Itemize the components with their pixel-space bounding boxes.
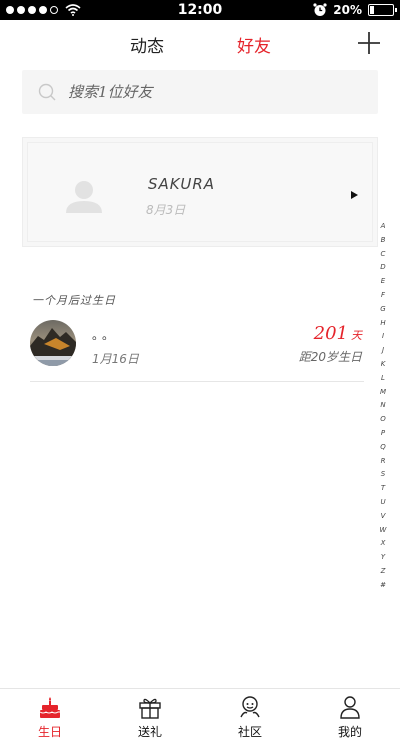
index-letter[interactable]: Q <box>380 441 386 455</box>
index-letter[interactable]: # <box>380 579 386 593</box>
days-number: 201 <box>313 323 348 344</box>
index-letter[interactable]: K <box>381 358 386 372</box>
community-icon <box>240 696 260 718</box>
person-silhouette-icon <box>66 181 102 213</box>
nav-community[interactable]: 社区 <box>200 689 300 740</box>
friend-birthday: 1月16日 <box>92 352 139 366</box>
search-icon <box>38 83 56 101</box>
plus-icon[interactable] <box>358 32 380 54</box>
birthday-cake-icon <box>39 697 60 718</box>
index-letter[interactable]: P <box>381 427 385 441</box>
nav-label: 社区 <box>237 725 262 739</box>
index-letter[interactable]: N <box>380 399 385 413</box>
nav-birthday[interactable]: 生日 <box>0 689 100 740</box>
index-letter[interactable]: X <box>381 537 386 551</box>
index-letter[interactable]: A <box>381 220 386 234</box>
play-arrow-icon[interactable] <box>351 191 358 199</box>
featured-name: SAKURA <box>148 175 216 193</box>
card-inner: SAKURA 8月3日 <box>27 142 373 242</box>
user-icon <box>340 696 360 719</box>
days-unit: 天 <box>351 329 362 342</box>
index-letter[interactable]: W <box>380 524 387 538</box>
battery-level <box>370 6 375 14</box>
index-letter[interactable]: F <box>381 289 385 303</box>
index-letter[interactable]: M <box>380 386 386 400</box>
index-letter[interactable]: O <box>380 413 386 427</box>
search-input[interactable] <box>68 70 368 114</box>
index-letter[interactable]: Y <box>381 551 385 565</box>
index-letter[interactable]: L <box>381 372 385 386</box>
tab-dynamic[interactable]: 动态 <box>130 32 164 57</box>
index-letter[interactable]: I <box>382 330 384 344</box>
index-letter[interactable]: B <box>381 234 386 248</box>
bottom-nav: 生日 送礼 社区 我的 <box>0 688 400 740</box>
index-letter[interactable]: H <box>380 317 385 331</box>
age-text: 距20岁生日 <box>298 350 362 364</box>
index-letter[interactable]: U <box>380 496 385 510</box>
status-bar: 12:00 20% <box>0 0 400 20</box>
alarm-icon <box>313 3 327 16</box>
index-letter[interactable]: Z <box>381 565 386 579</box>
days-remaining: 201 天 <box>314 323 362 344</box>
index-letter[interactable]: G <box>380 303 385 317</box>
nav-label: 我的 <box>337 725 362 739</box>
search-bar[interactable] <box>22 70 378 114</box>
avatar-photo <box>30 320 76 366</box>
index-letter[interactable]: E <box>381 275 385 289</box>
nav-profile[interactable]: 我的 <box>300 689 400 740</box>
index-letter[interactable]: D <box>380 261 385 275</box>
header: 动态 好友 <box>0 20 400 66</box>
featured-date: 8月3日 <box>146 203 186 217</box>
friend-row[interactable]: 。。 1月16日 201 天 距20岁生日 <box>30 318 364 382</box>
index-letter[interactable]: V <box>381 510 386 524</box>
tab-friends[interactable]: 好友 <box>237 32 271 57</box>
alphabet-index[interactable]: A B C D E F G H I J K L M N O P Q R S T U V W X Y Z # <box>378 220 388 593</box>
gift-icon <box>139 698 161 719</box>
index-letter[interactable]: C <box>381 248 386 262</box>
index-letter[interactable]: R <box>381 455 386 469</box>
index-letter[interactable]: J <box>382 344 384 358</box>
nav-label: 生日 <box>37 725 62 739</box>
index-letter[interactable]: T <box>381 482 385 496</box>
friend-name: 。。 <box>92 328 119 342</box>
index-letter[interactable]: S <box>381 468 385 482</box>
featured-friend-card[interactable]: SAKURA 8月3日 <box>22 137 378 247</box>
avatar <box>30 320 76 366</box>
section-title: 一个月后过生日 <box>32 294 116 307</box>
nav-gift[interactable]: 送礼 <box>100 689 200 740</box>
battery-percent: 20% <box>333 3 362 17</box>
battery-icon <box>368 4 397 16</box>
nav-label: 送礼 <box>137 725 162 739</box>
